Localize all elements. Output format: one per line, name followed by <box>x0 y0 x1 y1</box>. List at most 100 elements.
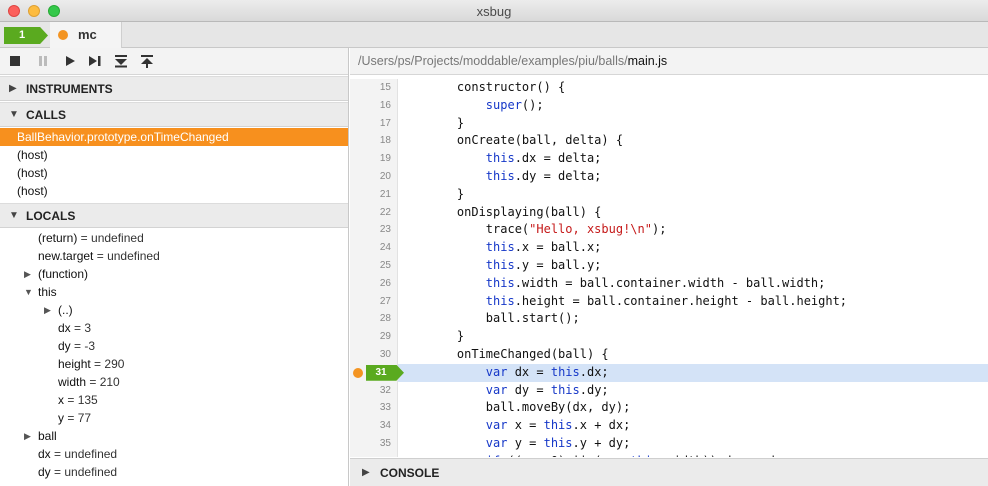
line-number: 28 <box>379 313 391 325</box>
line-gutter[interactable]: 35 <box>350 435 398 453</box>
local-variable-name: (function) <box>38 267 89 281</box>
debug-toolbar <box>0 48 348 75</box>
line-number: 36 <box>380 453 391 457</box>
locals-header[interactable]: ▼ LOCALS <box>0 203 348 228</box>
line-gutter[interactable]: 29 <box>350 328 398 346</box>
code-line: 29 } <box>350 328 988 346</box>
line-gutter[interactable]: 17 <box>350 114 398 133</box>
line-gutter[interactable]: 25 <box>350 257 398 275</box>
line-gutter[interactable]: 28 <box>350 310 398 329</box>
code-editor[interactable]: 15 constructor() {16 super(); 17 } 18 onCr… <box>350 79 988 457</box>
line-number: 17 <box>379 117 391 129</box>
local-variable-row[interactable]: dx = undefined <box>0 445 348 463</box>
local-variable-name: ball <box>38 429 57 443</box>
machine-count-badge[interactable]: 1 <box>4 27 48 44</box>
call-frame[interactable]: BallBehavior.prototype.onTimeChanged <box>0 128 348 146</box>
expand-arrow-icon: ▶ <box>362 467 370 478</box>
local-variable-row[interactable]: width = 210 <box>0 373 348 391</box>
console-header[interactable]: ▶ CONSOLE <box>350 458 988 486</box>
line-gutter[interactable]: 24 <box>350 239 398 257</box>
local-variable-equals: = <box>93 249 108 263</box>
local-variable-name: dy <box>38 465 51 479</box>
local-variable-row[interactable]: height = 290 <box>0 355 348 373</box>
locals-label: LOCALS <box>26 209 76 223</box>
breakpoint-icon[interactable] <box>353 367 363 378</box>
machine-tab-mc[interactable]: mc <box>50 22 122 48</box>
line-number: 34 <box>379 420 391 432</box>
line-number: 30 <box>379 349 391 360</box>
line-gutter[interactable]: 31 <box>350 363 404 382</box>
line-gutter[interactable]: 21 <box>350 185 398 204</box>
local-variable-row[interactable]: y = 77 <box>0 409 348 427</box>
line-gutter[interactable]: 26 <box>350 274 398 293</box>
code-line: 18 onCreate(ball, delta) { <box>350 132 988 151</box>
call-frame[interactable]: (host) <box>0 146 348 164</box>
local-variable-row[interactable]: ▶ (function) <box>0 265 348 283</box>
local-variable-name: dx <box>58 321 71 335</box>
code-text: var dy = this.dy; <box>485 382 609 397</box>
local-variable-row[interactable]: new.target = undefined <box>0 247 348 265</box>
machine-tab-bar: 1 mc <box>0 22 988 48</box>
file-path-bar: /Users/ps/Projects/moddable/examples/piu… <box>350 48 988 75</box>
window-title: xsbug <box>476 4 512 19</box>
code-line: 25 this.y = ball.y; <box>350 257 988 275</box>
line-gutter[interactable]: 33 <box>350 399 398 418</box>
line-gutter[interactable]: 19 <box>350 150 398 168</box>
expand-arrow-icon[interactable]: ▶ <box>24 427 31 445</box>
local-variable-value: 3 <box>84 321 92 335</box>
local-variable-row[interactable]: x = 135 <box>0 391 348 409</box>
collapse-arrow-icon[interactable]: ▼ <box>24 283 33 301</box>
call-frame[interactable]: (host) <box>0 182 348 200</box>
line-gutter[interactable]: 16 <box>350 96 398 115</box>
line-gutter[interactable]: 30 <box>350 346 398 364</box>
code-text: } <box>428 329 465 344</box>
expand-arrow-icon[interactable]: ▶ <box>24 265 31 283</box>
code-text: trace("Hello, xsbug!\n"); <box>428 222 667 237</box>
line-gutter[interactable]: 32 <box>350 381 398 400</box>
local-variable-row[interactable]: (return) = undefined <box>0 229 348 247</box>
line-number: 29 <box>379 331 391 343</box>
line-gutter[interactable]: 36 <box>350 452 398 457</box>
line-gutter[interactable]: 22 <box>350 203 398 222</box>
local-variable-name: (return) <box>38 231 78 245</box>
line-gutter[interactable]: 27 <box>350 292 398 311</box>
title-bar: xsbug <box>0 0 988 22</box>
local-variable-name: height <box>58 357 91 371</box>
expand-arrow-icon[interactable]: ▶ <box>44 301 51 319</box>
code-text: onCreate(ball, delta) { <box>428 133 624 148</box>
line-gutter[interactable]: 23 <box>350 221 398 240</box>
line-gutter[interactable]: 15 <box>350 79 398 97</box>
stop-icon[interactable] <box>8 54 22 68</box>
local-variable-value: 290 <box>104 357 125 371</box>
local-variable-row[interactable]: ▶ ball <box>0 427 348 445</box>
local-variable-equals: = <box>50 465 65 479</box>
line-gutter[interactable]: 18 <box>350 132 398 151</box>
local-variable-equals: = <box>70 339 85 353</box>
local-variable-row[interactable]: dx = 3 <box>0 319 348 337</box>
call-frame[interactable]: (host) <box>0 164 348 182</box>
breakpoint-status-icon <box>58 30 68 40</box>
instruments-header[interactable]: ▶ INSTRUMENTS <box>0 76 348 101</box>
line-gutter[interactable]: 34 <box>350 417 398 435</box>
calls-header[interactable]: ▼ CALLS <box>0 102 348 127</box>
local-variable-row[interactable]: ▶ (..) <box>0 301 348 319</box>
code-text: var dx = this.dx; <box>485 364 609 379</box>
line-number: 16 <box>379 99 391 111</box>
local-variable-name: dx <box>38 447 51 461</box>
step-icon[interactable] <box>88 54 102 68</box>
local-variable-row[interactable]: dy = undefined <box>0 463 348 481</box>
local-variable-equals: = <box>86 375 100 389</box>
pause-icon[interactable] <box>36 54 50 68</box>
console-label: CONSOLE <box>380 466 440 480</box>
step-out-icon[interactable] <box>140 54 154 68</box>
code-text: constructor() { <box>428 80 566 94</box>
local-variable-name: width <box>58 375 87 389</box>
line-gutter[interactable]: 20 <box>350 168 398 186</box>
local-variable-row[interactable]: dy = -3 <box>0 337 348 355</box>
step-in-icon[interactable] <box>114 54 128 68</box>
local-variable-row[interactable]: ▼ this <box>0 283 348 301</box>
calls-label: CALLS <box>26 108 66 122</box>
run-icon[interactable] <box>63 54 77 68</box>
local-variable-equals: = <box>64 393 78 407</box>
code-text: ball.start(); <box>428 311 580 326</box>
